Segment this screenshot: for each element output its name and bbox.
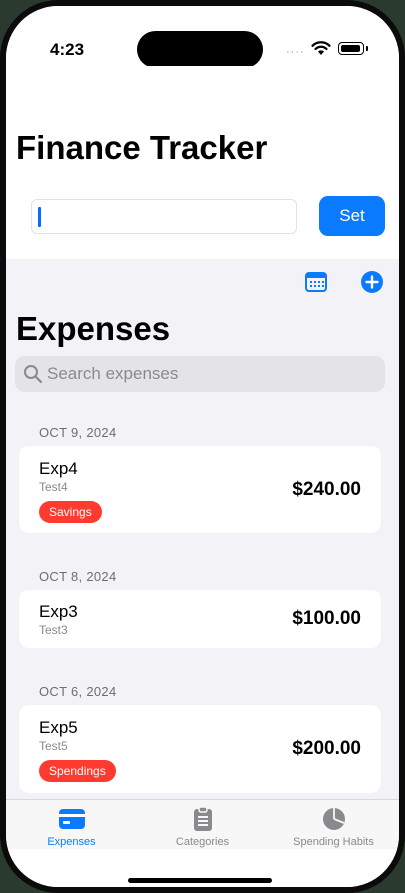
plus-icon (365, 275, 379, 289)
calendar-icon[interactable] (305, 271, 327, 293)
search-bar[interactable] (15, 356, 385, 392)
expense-row[interactable]: Exp5 Test5 Spendings $200.00 (19, 705, 381, 793)
category-badge: Spendings (39, 760, 116, 782)
expense-amount: $100.00 (292, 608, 361, 629)
expense-amount: $200.00 (292, 738, 361, 759)
set-button[interactable]: Set (319, 196, 385, 236)
tab-spending-habits[interactable]: Spending Habits (268, 806, 399, 848)
date-header: OCT 6, 2024 (39, 684, 117, 699)
tab-expenses[interactable]: Expenses (6, 806, 137, 848)
status-time: 4:23 (50, 40, 85, 59)
date-header: OCT 9, 2024 (39, 425, 117, 440)
status-bar: 4:23 ···· (6, 6, 399, 68)
date-header: OCT 8, 2024 (39, 569, 117, 584)
search-input[interactable] (47, 356, 377, 392)
expense-row[interactable]: Exp3 Test3 $100.00 (19, 590, 381, 648)
wifi-icon (311, 41, 331, 55)
expense-note: Test5 (39, 739, 68, 753)
clipboard-icon (193, 806, 212, 831)
expense-note: Test3 (39, 623, 68, 637)
expense-name: Exp4 (39, 459, 78, 478)
phone-frame: 4:23 ···· Finance Tracker Set Expenses S… (0, 0, 405, 893)
signal-icon: ···· (286, 46, 305, 58)
expenses-title: Expenses (16, 310, 171, 347)
expense-amount: $240.00 (292, 479, 361, 500)
header: Finance Tracker Set (6, 66, 399, 259)
budget-input[interactable] (31, 199, 297, 234)
expense-name: Exp5 (39, 718, 78, 737)
tab-label: Categories (175, 836, 230, 848)
add-expense-button[interactable] (361, 271, 383, 293)
dynamic-island (137, 31, 263, 68)
tab-categories[interactable]: Categories (137, 806, 268, 848)
app-title: Finance Tracker (16, 129, 268, 166)
search-icon (24, 365, 43, 384)
expense-note: Test4 (39, 480, 68, 494)
tab-label: Spending Habits (293, 836, 374, 848)
screen: 4:23 ···· Finance Tracker Set Expenses S… (6, 6, 399, 887)
expense-row[interactable]: Exp4 Test4 Savings $240.00 (19, 446, 381, 533)
category-badge: Savings (39, 501, 102, 523)
expense-name: Exp3 (39, 602, 78, 621)
home-indicator[interactable] (128, 878, 272, 883)
credit-card-icon (58, 809, 85, 829)
pie-chart-icon (322, 808, 345, 830)
text-caret (38, 207, 41, 227)
battery-icon (338, 42, 364, 55)
battery-tip (366, 46, 368, 51)
tab-label: Expenses (47, 836, 96, 848)
